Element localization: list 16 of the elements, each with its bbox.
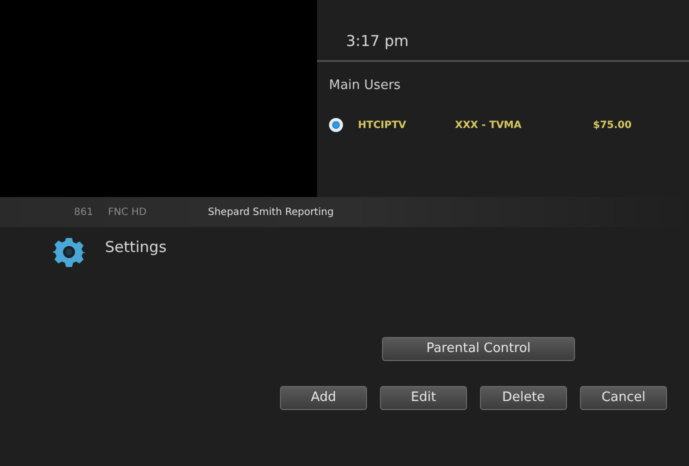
- radio-button[interactable]: [329, 118, 343, 132]
- action-button[interactable]: Cancel: [580, 386, 667, 410]
- user-price: $75.00: [593, 118, 632, 132]
- user-rating: XXX - TVMA: [455, 118, 522, 132]
- channel-name: FNC HD: [108, 206, 148, 220]
- gear-icon: [53, 236, 85, 268]
- channel-number: 861: [74, 206, 94, 220]
- section-title: Settings: [105, 237, 167, 258]
- action-button[interactable]: Edit: [380, 386, 467, 410]
- panel-title: Main Users: [329, 77, 402, 95]
- action-button[interactable]: Add: [280, 386, 367, 410]
- wide-button[interactable]: Parental Control: [382, 337, 575, 361]
- user-name: HTCIPTV: [358, 118, 408, 132]
- action-button[interactable]: Delete: [480, 386, 567, 410]
- program-title: Shepard Smith Reporting: [208, 206, 334, 220]
- clock-time: 3:17 pm: [346, 30, 409, 52]
